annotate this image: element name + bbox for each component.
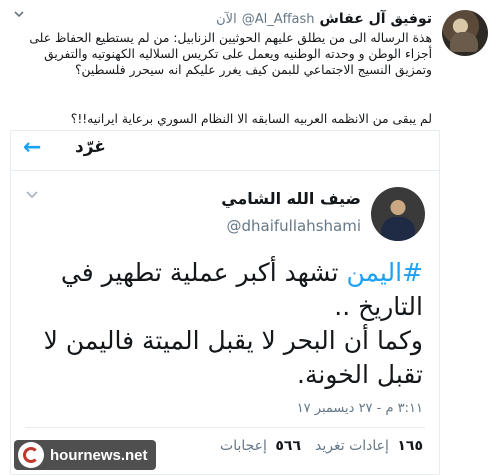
retweet-count[interactable]: ١٦٥ إعادات تغريد — [315, 438, 423, 454]
author-name[interactable]: ضيف الله الشامي — [221, 189, 361, 208]
stat-label: إعادات تغريد — [315, 438, 389, 454]
tweet-header: توفيق آل عفاش @Al_Affash الآن — [216, 10, 432, 28]
embedded-tweet-screenshot: ← غرّد ضيف الله الشامي @dhaifullahshami … — [10, 130, 440, 475]
divider — [25, 427, 425, 428]
tweet-timestamp: ٣:١١ م - ٢٧ ديسمبر ١٧ — [296, 401, 423, 416]
chevron-down-icon[interactable] — [25, 187, 39, 205]
author-handle[interactable]: @Al_Affash — [242, 12, 315, 27]
author-handle[interactable]: @dhaifullahshami — [226, 217, 361, 235]
site-logo-icon — [18, 442, 44, 468]
tweet-text-second: لم يبقى من الانظمه العربيه السابقه الا ا… — [70, 112, 432, 126]
avatar[interactable] — [371, 187, 425, 241]
stat-count: ١٦٥ — [397, 438, 423, 454]
tweet-text: هذة الرساله الى من يطلق عليهم الحوثيين ا… — [29, 31, 432, 77]
tweet-time[interactable]: الآن — [216, 12, 237, 27]
tweet-body-line: وكما أن البحر لا يقبل الميتة فاليمن لا ت… — [43, 326, 423, 389]
tweet-body: #اليمن تشهد أكبر عملية تطهير في التاريخ … — [25, 256, 423, 392]
hashtag-link[interactable]: #اليمن — [346, 258, 423, 287]
arrow-left-icon[interactable]: ← — [23, 137, 41, 159]
like-count[interactable]: ٥٦٦ إعجابات — [220, 438, 301, 454]
watermark: hournews.net — [14, 440, 156, 470]
watermark-text: hournews.net — [50, 446, 148, 464]
stat-label: إعجابات — [220, 438, 267, 454]
stat-count: ٥٦٦ — [275, 438, 302, 454]
top-bar: ← غرّد — [11, 131, 439, 171]
author-name[interactable]: توفيق آل عفاش — [320, 11, 432, 27]
tweet-screenshot: توفيق آل عفاش @Al_Affash الآن هذة الرسال… — [0, 0, 500, 475]
tweet-stats: ١٦٥ إعادات تغريد ٥٦٦ إعجابات — [220, 438, 423, 454]
page-title: غرّد — [75, 137, 106, 157]
avatar[interactable] — [442, 10, 488, 56]
chevron-down-icon[interactable] — [12, 8, 26, 22]
